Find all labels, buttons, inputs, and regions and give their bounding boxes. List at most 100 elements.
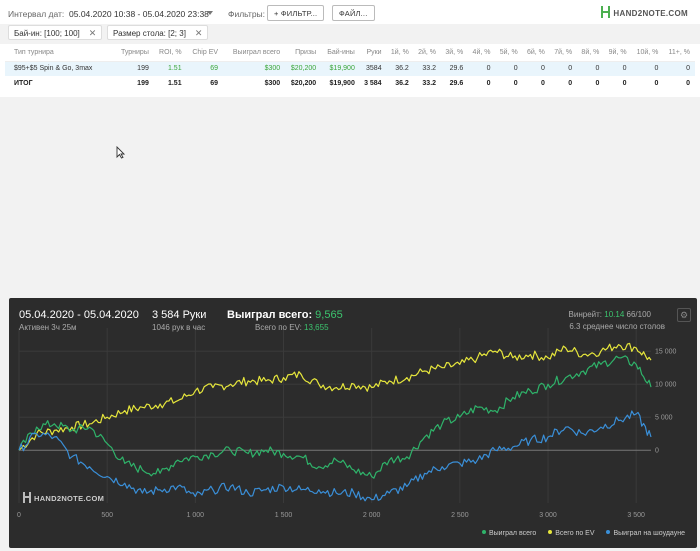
table-cell: 0 [663, 61, 695, 76]
won-label: Выиграл всего: [227, 309, 313, 321]
avg-tables: 6.3 среднее число столов [569, 322, 665, 331]
logo-text: HAND2NOTE.COM [613, 9, 688, 18]
filters-label: Фильтры: [228, 9, 266, 19]
chevron-down-icon[interactable] [207, 11, 213, 15]
table-cell: $300 [264, 80, 281, 87]
ev-total: Всего по EV: 13,655 [255, 323, 329, 332]
add-filter-button[interactable]: + ФИЛЬТР... [267, 5, 325, 21]
file-button[interactable]: ФАЙЛ... [332, 5, 375, 21]
table-cell: 0 [513, 80, 518, 87]
table-cell: 0 [631, 61, 664, 76]
legend-item[interactable]: Выиграл всего [481, 530, 536, 537]
hand2note-logo-icon [601, 6, 611, 18]
watermark-text: HAND2NOTE.COM [34, 494, 105, 503]
winrate: Винрейт: 10.14 66/100 [569, 310, 651, 319]
table-cell: 3 584 [364, 80, 382, 87]
table-cell: 33.2 [422, 80, 437, 87]
column-header[interactable]: ROI, % [153, 44, 187, 62]
table-cell: $20,200 [290, 80, 317, 87]
column-header[interactable]: 7й, % [549, 44, 578, 62]
legend-item[interactable]: Выиграл на шоудауне [606, 530, 685, 537]
chip-label: Размер стола: [2; 3] [113, 29, 186, 38]
table-cell: 36.2 [386, 61, 414, 76]
x-tick-label: 3 000 [539, 512, 557, 519]
column-header[interactable]: Тип турнира [5, 44, 115, 62]
mouse-cursor-icon [116, 146, 125, 159]
table-cell: 0 [595, 80, 600, 87]
table-cell: 36.2 [395, 80, 409, 87]
y-tick-label: 15 000 [655, 349, 677, 356]
table-cell: 69 [186, 61, 224, 76]
table-cell: 0 [686, 80, 690, 87]
close-icon[interactable]: ✕ [195, 28, 203, 38]
column-header[interactable]: Выиграл всего [223, 44, 286, 62]
results-chart[interactable]: 0 500 1 000 1 500 2 000 2 500 3 000 3 500 0 5 000… [9, 298, 697, 548]
x-tick-label: 3 500 [627, 512, 645, 519]
gear-icon[interactable]: ⚙ [677, 308, 691, 322]
stats-table: Тип турнира Турниры ROI, % Chip EV Выигр… [0, 44, 700, 97]
table-cell: $19,900 [329, 80, 355, 87]
winrate-rest: 66/100 [626, 310, 651, 319]
column-header[interactable]: 1й, % [386, 44, 414, 62]
hands-per-hour: 1046 рук в час [152, 323, 206, 332]
table-cell: 199 [114, 61, 154, 76]
table-cell: 1.51 [167, 80, 182, 87]
table-cell: $300 [223, 61, 286, 76]
x-tick-label: 500 [101, 512, 113, 519]
legend-item[interactable]: Всего по EV [548, 530, 595, 537]
table-cell: $95+$5 Spin & Go, 3max [5, 61, 115, 76]
x-tick-label: 2 000 [363, 512, 381, 519]
table-cell: 0 [549, 61, 578, 76]
toolbar: Интервал дат: 05.04.2020 10:38 - 05.04.2… [0, 0, 700, 24]
table-cell: 3584 [359, 61, 387, 76]
date-range: 05.04.2020 - 05.04.2020 [19, 309, 139, 321]
column-header[interactable]: 2й, % [413, 44, 442, 62]
column-header[interactable]: 5й, % [495, 44, 523, 62]
table-cell: 29.6 [441, 61, 469, 76]
logo: HAND2NOTE.COM [601, 6, 688, 18]
table-cell: $19,900 [321, 61, 360, 76]
interval-value[interactable]: 05.04.2020 10:38 - 05.04.2020 23:38 [69, 9, 209, 19]
table-cell: 0 [522, 61, 550, 76]
column-header[interactable]: 10й, % [631, 44, 664, 62]
table-cell: 29.6 [449, 80, 464, 87]
table-row[interactable]: $95+$5 Spin & Go, 3max 199 1.51 69 $300 … [5, 61, 695, 76]
table-cell: $20,200 [285, 61, 322, 76]
hands-count: 3 584 Руки [152, 309, 207, 321]
column-header[interactable]: 6й, % [522, 44, 550, 62]
winrate-label: Винрейт: [568, 310, 603, 319]
column-header[interactable]: Турниры [114, 44, 154, 62]
column-header[interactable]: 3й, % [441, 44, 469, 62]
column-header[interactable]: 9й, % [604, 44, 632, 62]
legend-dot [481, 530, 486, 534]
watermark: HAND2NOTE.COM [23, 492, 104, 503]
column-header[interactable]: 11+, % [663, 44, 695, 62]
hand2note-logo-icon [23, 492, 31, 503]
winrate-value: 10.14 [604, 310, 625, 319]
column-header[interactable]: Chip EV [186, 44, 224, 62]
filter-chip-buyin[interactable]: Бай-ин: [100; 100] ✕ [8, 25, 103, 40]
table-cell: ИТОГ [14, 80, 33, 87]
ev-value: 13,655 [304, 323, 329, 332]
ev-label: Всего по EV: [255, 323, 302, 332]
close-icon[interactable]: ✕ [89, 28, 97, 38]
table-cell: 69 [210, 80, 219, 87]
column-header[interactable]: Призы [285, 44, 322, 62]
y-tick-label: 10 000 [655, 382, 677, 389]
active-time: Активен 3ч 25м [19, 323, 77, 332]
x-tick-label: 0 [17, 512, 21, 519]
column-header[interactable]: Руки [359, 44, 387, 62]
legend-dot [606, 530, 611, 534]
table-cell: 0 [486, 80, 491, 87]
table-cell: 33.2 [413, 61, 442, 76]
table-cell: 0 [541, 80, 545, 87]
column-header[interactable]: 8й, % [577, 44, 605, 62]
column-header[interactable]: Бай-ины [321, 44, 360, 62]
table-cell: 0 [604, 61, 632, 76]
column-header[interactable]: 4й, % [468, 44, 496, 62]
x-tick-label: 1 500 [275, 512, 293, 519]
filter-chip-table-size[interactable]: Размер стола: [2; 3] ✕ [107, 25, 209, 40]
table-cell: 0 [577, 61, 605, 76]
table-header-row: Тип турнира Турниры ROI, % Chip EV Выигр… [5, 44, 695, 62]
chip-label: Бай-ин: [100; 100] [14, 29, 80, 38]
